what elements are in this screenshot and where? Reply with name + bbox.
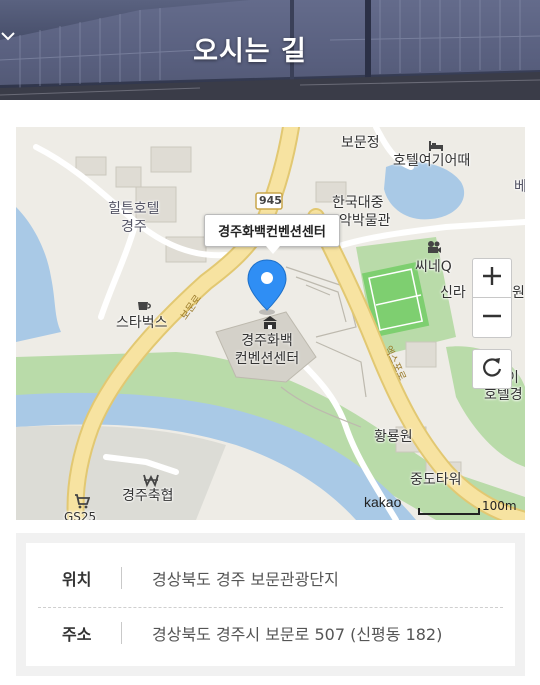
chevron-down-icon[interactable] bbox=[1, 32, 347, 56]
map-label-cineq: 씨네Q bbox=[415, 259, 452, 275]
minus-icon bbox=[481, 305, 503, 331]
zoom-in-button[interactable] bbox=[472, 258, 512, 298]
location-info-box: 위치 경상북도 경주 보문관광단지 주소 경상북도 경주시 보문로 507 (신… bbox=[16, 533, 525, 676]
reset-view-button[interactable] bbox=[472, 349, 512, 389]
map-label-jungdo-tower: 중도타워 bbox=[410, 472, 462, 488]
map-label-museum-2: 악박물관 bbox=[339, 213, 391, 229]
venue-callout[interactable]: 경주화백컨벤션센터 bbox=[204, 214, 340, 254]
venue-label: 경주화백 컨벤션센터 bbox=[234, 332, 300, 368]
plus-icon bbox=[481, 265, 503, 291]
map-label-edge-hotel: 호텔경 bbox=[484, 387, 523, 403]
page-title: 오시는 길 bbox=[193, 35, 307, 67]
header-banner: 오시는 길 bbox=[0, 0, 540, 100]
map-label-gs25: GS25 bbox=[64, 510, 97, 520]
address-row: 주소 경상북도 경주시 보문로 507 (신평동 182) bbox=[38, 606, 503, 660]
kakao-logo[interactable]: kakao bbox=[364, 494, 401, 510]
map-label-hotel-yeogi: 호텔여기어때 bbox=[393, 153, 471, 169]
map-scale-label: 100m bbox=[482, 499, 517, 513]
map-label-starbucks: 스타벅스 bbox=[116, 315, 168, 331]
map-label-bomunjeong: 보문정 bbox=[341, 135, 380, 151]
location-info-inner: 위치 경상북도 경주 보문관광단지 주소 경상북도 경주시 보문로 507 (신… bbox=[26, 543, 515, 666]
map-label-shilla: 신라 bbox=[440, 285, 466, 301]
location-pin-icon[interactable] bbox=[246, 258, 288, 316]
map[interactable]: 945 보문로 엑스포로 보문정 호텔여기어때 베 힐튼호텔 경주 한국대중 악… bbox=[16, 127, 525, 520]
road-sign-number: 945 bbox=[259, 194, 282, 207]
coffee-cup-icon bbox=[136, 297, 152, 313]
shopping-cart-icon bbox=[74, 493, 91, 509]
map-label-edge-be: 베 bbox=[514, 179, 525, 195]
won-sign-icon bbox=[143, 472, 159, 488]
map-label-gyeongju-coop: 경주축협 bbox=[122, 488, 174, 504]
venue-label-line1: 경주화백 bbox=[241, 333, 293, 349]
location-row: 위치 경상북도 경주 보문관광단지 bbox=[38, 551, 503, 605]
map-label-hilton-1: 힐튼호텔 bbox=[108, 201, 160, 217]
venue-building-icon bbox=[262, 315, 278, 331]
movie-camera-icon bbox=[426, 239, 442, 255]
location-label: 위치 bbox=[62, 570, 92, 589]
map-label-hilton-2: 경주 bbox=[121, 219, 147, 235]
address-label: 주소 bbox=[62, 625, 92, 644]
refresh-icon bbox=[481, 356, 503, 382]
zoom-out-button[interactable] bbox=[472, 298, 512, 338]
map-scale-bar bbox=[418, 501, 480, 515]
map-label-museum-1: 한국대중 bbox=[332, 195, 384, 211]
row-separator bbox=[121, 567, 122, 589]
header-title-wrap: 오시는 길 bbox=[0, 28, 540, 68]
location-value: 경상북도 경주 보문관광단지 bbox=[152, 570, 339, 589]
row-separator bbox=[121, 622, 122, 644]
venue-label-line2: 컨벤션센터 bbox=[234, 351, 300, 367]
map-label-hwangryong: 황룡원 bbox=[374, 429, 413, 445]
bed-icon bbox=[428, 137, 444, 153]
address-value: 경상북도 경주시 보문로 507 (신평동 182) bbox=[152, 625, 443, 644]
map-label-shilla-suffix: 원 bbox=[512, 285, 525, 301]
